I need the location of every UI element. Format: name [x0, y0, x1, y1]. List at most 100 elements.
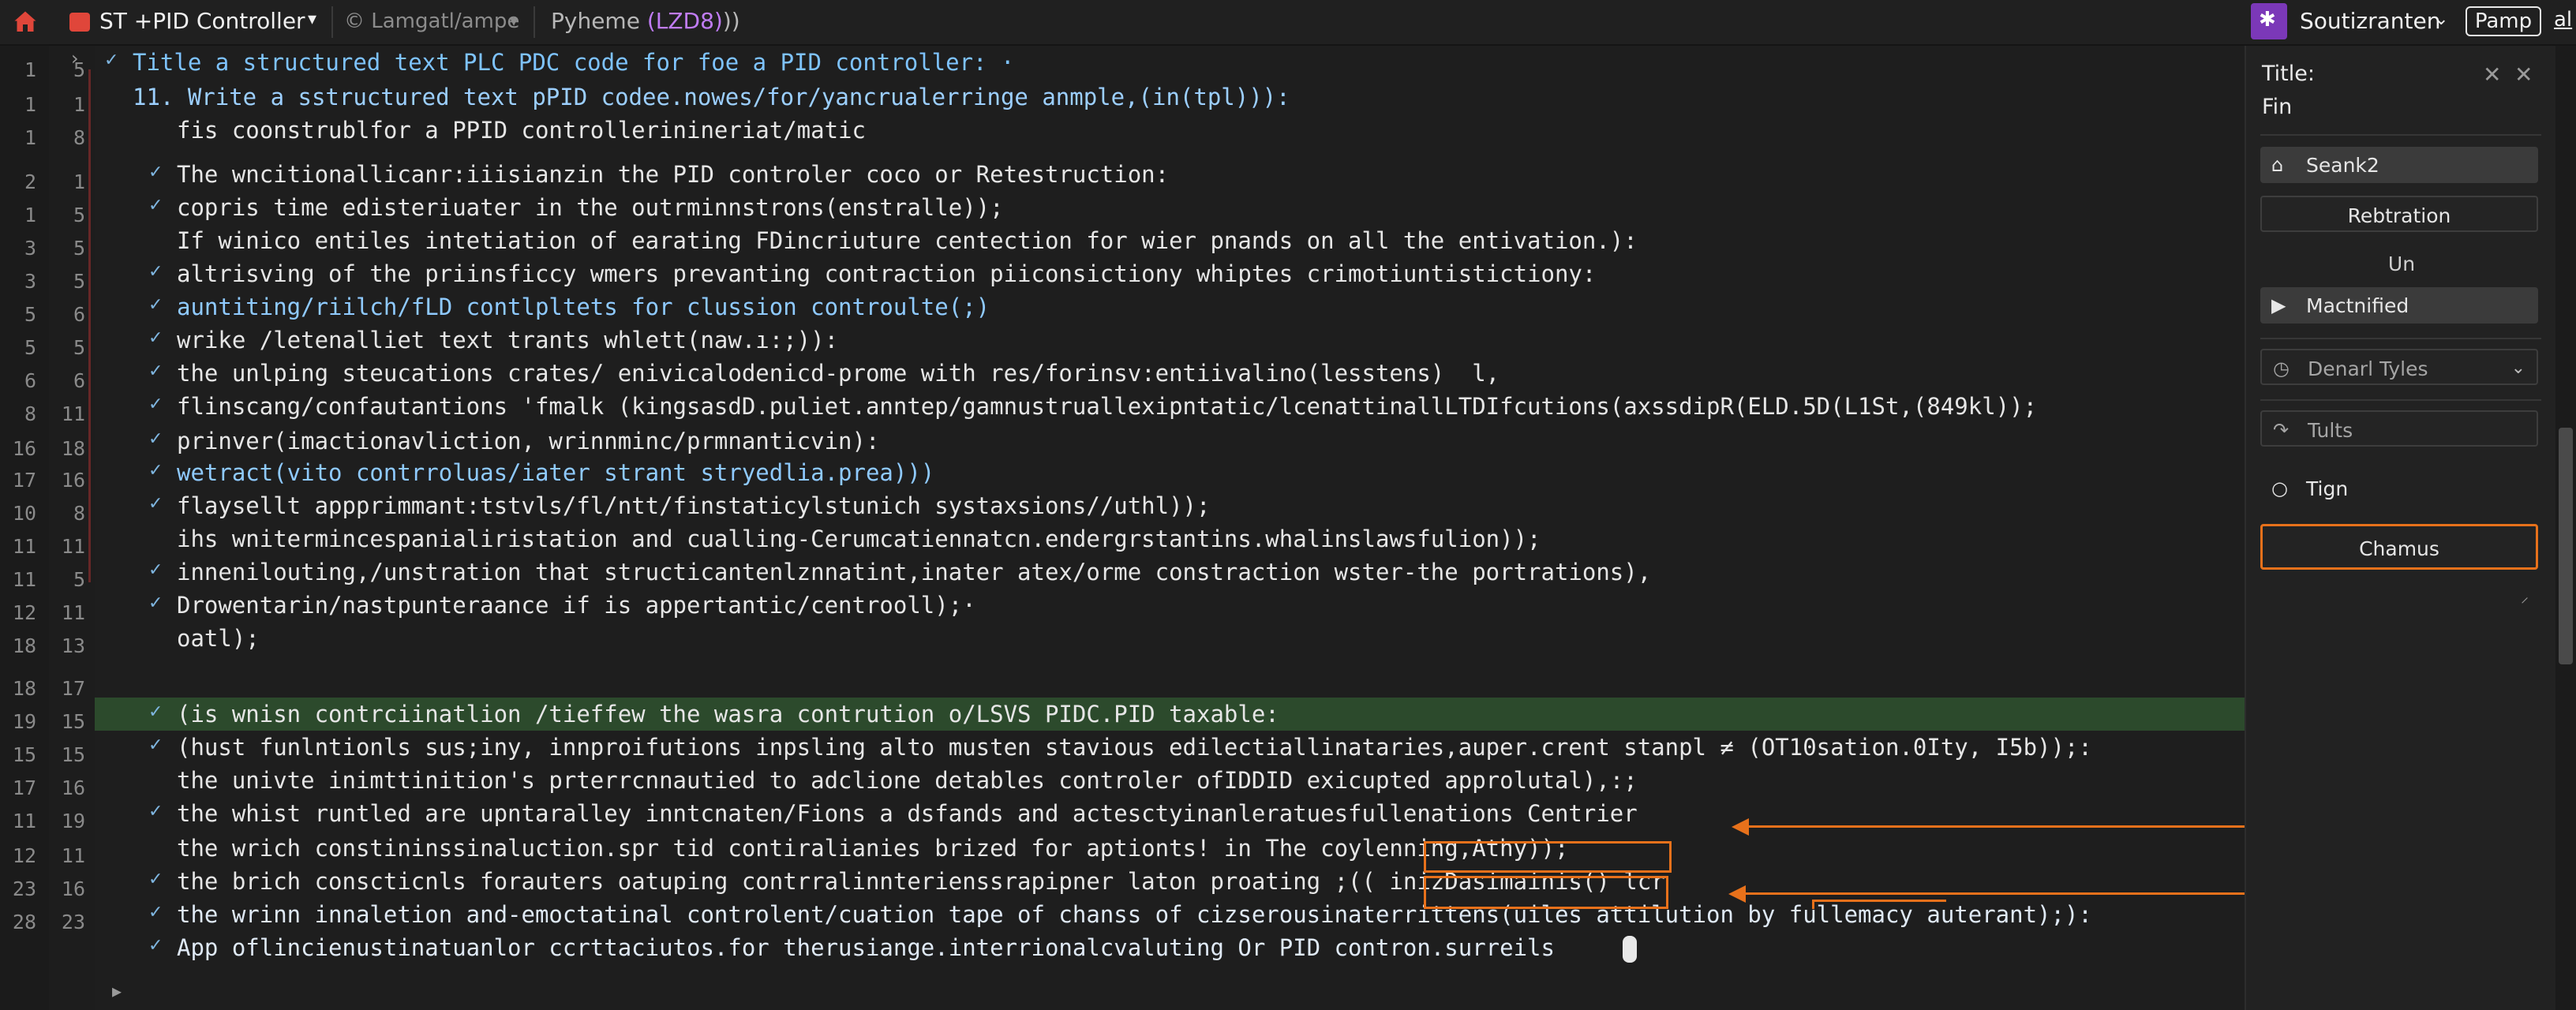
line-number-secondary: 11 [61, 535, 85, 558]
code-text: wrike /letenalliet text trants whlett(na… [177, 327, 839, 354]
code-line[interactable]: oatl); [95, 622, 2551, 655]
clock-icon: ◷ [2273, 357, 2290, 380]
pamp-button[interactable]: Pamp [2466, 6, 2541, 36]
line-number-secondary: 23 [61, 911, 85, 933]
check-icon: ✓ [148, 936, 163, 956]
line-number: 11 [12, 535, 36, 558]
code-line[interactable] [95, 655, 2551, 688]
code-text: fis coonstrublfor a PPID controllerinine… [177, 117, 866, 144]
check-icon: ✓ [148, 461, 163, 481]
code-line[interactable]: ✓ altrisving of the priinsficcy wmers pre… [95, 257, 2551, 290]
tults-button[interactable]: ↷ Tults [2260, 410, 2538, 447]
app-title[interactable]: ST +PID Controller [99, 8, 305, 34]
code-line[interactable]: ✓ flinscang/confautantions 'fmalk (kingsa… [95, 390, 2551, 423]
chamus-button[interactable]: Chamus [2260, 524, 2538, 570]
check-icon: ✓ [148, 593, 163, 613]
code-line[interactable]: the wrich constininssinaluction.spr tid … [95, 832, 2551, 865]
code-text: copris time edisteriuater in the outrmin… [177, 194, 1004, 221]
code-line[interactable]: ✓ copris time edisteriuater in the outrmi… [95, 191, 2551, 224]
code-text: the unlping steucations crates/ enivical… [177, 360, 1500, 387]
line-number: 5 [24, 336, 36, 359]
code-line[interactable]: ✓ App oflincienustinatuanlor ccrttaciutos… [95, 931, 2551, 964]
code-line[interactable]: If winico entiles intetiation of earatin… [95, 224, 2551, 257]
line-number: 12 [12, 844, 36, 867]
line-number-secondary: 11 [61, 601, 85, 624]
code-line[interactable]: ✓ Drowentarin/nastpunteraance if is apper… [95, 589, 2551, 622]
code-text: the wrich constininssinaluction.spr tid … [177, 835, 1569, 862]
line-number-secondary: 5 [73, 204, 85, 226]
rebtration-button[interactable]: Rebtration [2260, 196, 2538, 232]
code-line[interactable]: the univte inimttinition's prterrcnnauti… [95, 764, 2551, 797]
code-text: App oflincienustinatuanlor ccrttaciutos.… [177, 934, 1555, 961]
line-number-secondary: 17 [61, 677, 85, 700]
extension-icon[interactable]: ✱ [2251, 3, 2287, 39]
tign-option[interactable]: ○ Tign [2260, 470, 2538, 507]
check-icon: ✓ [148, 702, 163, 722]
code-line[interactable]: ✓ Title a structured text PLC PDC code fo… [95, 46, 2551, 79]
code-line[interactable]: ✓ The wncitionallicanr:iiisianzin the PID… [95, 158, 2551, 191]
line-number: 3 [24, 270, 36, 293]
line-number-secondary: 5 [73, 237, 85, 260]
code-text: oatl); [177, 625, 260, 652]
close-icon[interactable]: ✕ [2514, 62, 2533, 88]
code-line[interactable]: ✓ wetract(vito contrroluas/iater strant s… [95, 456, 2551, 489]
code-line[interactable]: ✓ prinver(imactionavliction, wrinnminc/pr… [95, 425, 2551, 458]
line-number-secondary: 16 [61, 877, 85, 900]
chevron-down-icon[interactable]: ⌄ [2434, 9, 2448, 29]
code-line[interactable]: ✓ the unlping steucations crates/ enivica… [95, 357, 2551, 390]
resize-icon[interactable]: ⸝ [2521, 585, 2529, 607]
mactnified-button[interactable]: ▶ Mactnified [2260, 287, 2538, 324]
line-number: 6 [24, 369, 36, 392]
code-line[interactable]: ✓ wrike /letenalliet text trants whlett(n… [95, 324, 2551, 357]
line-number: 3 [24, 237, 36, 260]
text-cursor [1623, 936, 1637, 963]
line-number: 16 [12, 437, 36, 460]
line-number: 17 [12, 469, 36, 492]
scrollbar[interactable] [2555, 46, 2576, 1010]
line-number-secondary: 11 [61, 844, 85, 867]
line-number: 11 [12, 810, 36, 832]
code-line[interactable]: ✓ (is wnisn contrciinatlion /tieffew the … [95, 698, 2551, 731]
al-link[interactable]: al [2554, 8, 2572, 32]
breadcrumb-branch[interactable]: © Lamgatl/ampe [344, 9, 519, 33]
close-icon[interactable]: ✕ [2483, 62, 2501, 88]
home-small-icon: ⌂ [2271, 154, 2284, 176]
code-text: altrisving of the priinsficcy wmers prev… [177, 260, 1597, 287]
line-number: 28 [12, 911, 36, 933]
style-dropdown[interactable]: ◷ Denarl Tyles ⌄ [2260, 349, 2538, 385]
line-number-secondary: 15 [61, 710, 85, 733]
code-line[interactable]: ✓ innenilouting,/unstration that structic… [95, 556, 2551, 589]
chevron-down-icon[interactable]: ▾ [308, 9, 316, 29]
code-text: auntiting/riilch/fLD contlpltets for clu… [177, 294, 990, 320]
home-icon[interactable] [11, 8, 39, 36]
account-name[interactable]: Soutizranten [2300, 8, 2440, 34]
line-number: 1 [24, 126, 36, 149]
line-number-secondary: 15 [61, 743, 85, 766]
code-line[interactable]: ✓ flaysellt appprimmant:tstvls/fl/ntt/fin… [95, 489, 2551, 522]
un-label: Un [2387, 252, 2416, 275]
line-number: 11 [12, 568, 36, 591]
line-number: 10 [12, 502, 36, 525]
code-text: (is wnisn contrciinatlion /tieffew the w… [177, 701, 1279, 728]
breadcrumb-theme[interactable]: Pyheme (LZD8))) [551, 8, 740, 34]
panel-subtitle: Fin [2262, 95, 2293, 119]
divider [2260, 338, 2541, 339]
code-editor[interactable]: ✓ Title a structured text PLC PDC code fo… [95, 46, 2551, 1010]
code-line[interactable]: ✓ the wrinn innaletion and-emoctatinal co… [95, 898, 2551, 931]
code-line[interactable]: 11. Write a sstructured text pPID codee.… [95, 80, 2551, 114]
chevron-down-icon[interactable]: ▾ [510, 11, 518, 30]
code-line[interactable]: fis coonstrublfor a PPID controllerinine… [95, 114, 2551, 147]
code-line[interactable]: ✓ auntiting/riilch/fLD contlpltets for cl… [95, 290, 2551, 324]
check-icon: ✓ [148, 560, 163, 580]
search-button[interactable]: ⌂ Seank2 [2260, 147, 2538, 183]
code-line[interactable]: ihs wnitermincespanialiristation and cua… [95, 522, 2551, 556]
theme-label: Pyheme [551, 8, 647, 34]
line-number-secondary: 1 [73, 170, 85, 193]
code-line[interactable]: ✓ (hust funlntionls sus;iny, innproifutio… [95, 731, 2551, 764]
line-number: 1 [24, 58, 36, 81]
circle-icon: ○ [2271, 477, 2288, 499]
line-number: 19 [12, 710, 36, 733]
scrollbar-thumb[interactable] [2559, 428, 2573, 664]
fold-icon[interactable]: ▸ [112, 980, 122, 1002]
line-number: 18 [12, 634, 36, 657]
